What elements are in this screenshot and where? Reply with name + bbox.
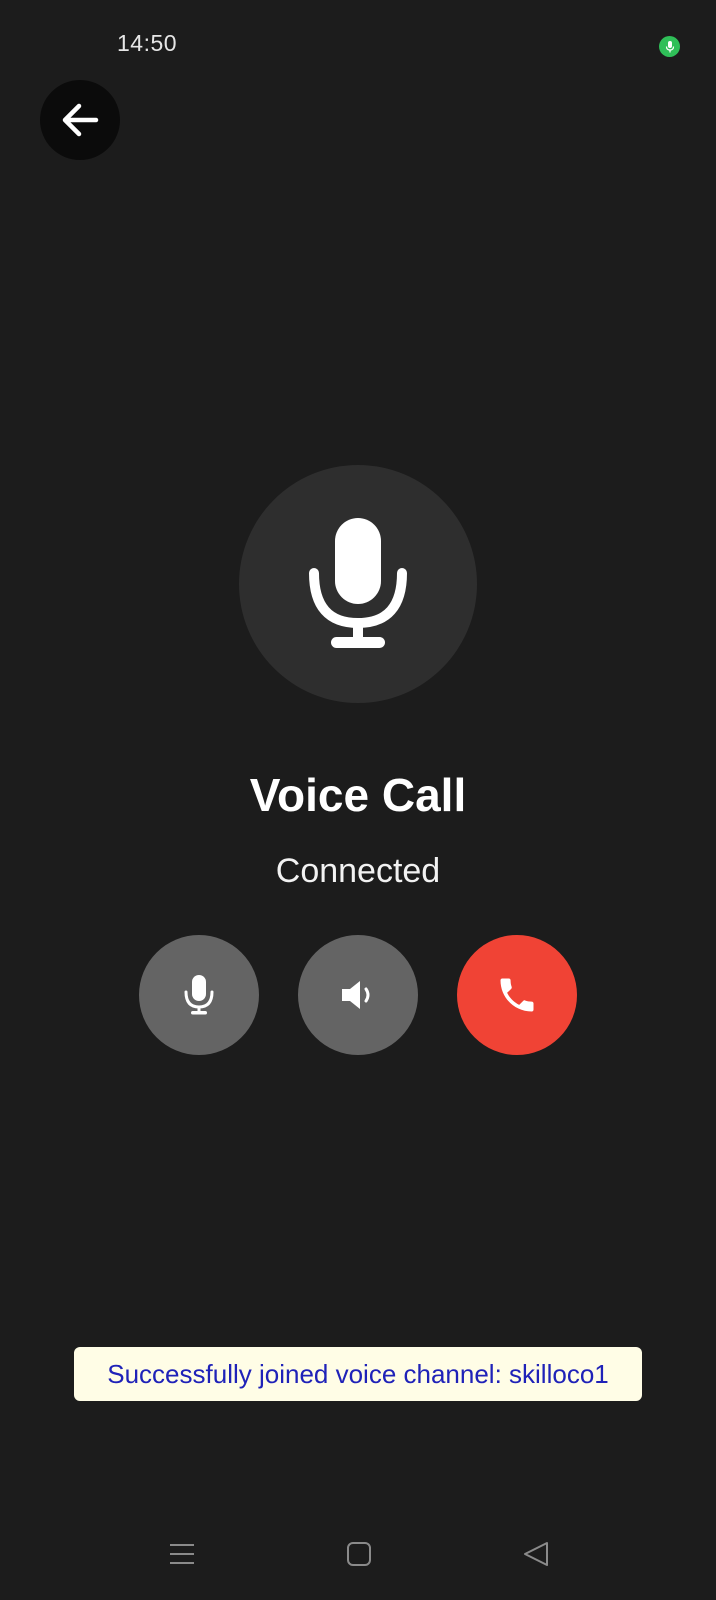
call-avatar (239, 465, 477, 703)
toast-message: Successfully joined voice channel: skill… (74, 1347, 642, 1401)
system-back-button[interactable] (514, 1532, 558, 1576)
menu-icon (170, 1544, 194, 1564)
recent-apps-button[interactable] (160, 1532, 204, 1576)
home-icon (347, 1542, 371, 1566)
back-button[interactable] (40, 80, 120, 160)
microphone-icon (309, 518, 407, 648)
call-controls (0, 935, 716, 1055)
status-bar: 14:50 (0, 0, 716, 90)
call-title: Voice Call (249, 769, 467, 821)
status-time: 14:50 (117, 30, 178, 56)
speaker-icon (342, 981, 370, 1009)
end-call-button[interactable] (457, 935, 577, 1055)
speaker-button[interactable] (298, 935, 418, 1055)
microphone-icon (184, 975, 214, 1015)
mute-button[interactable] (139, 935, 259, 1055)
voice-call-screen: 14:50 Voice Call Connected Successfully … (0, 0, 716, 1600)
arrow-left-icon (62, 103, 99, 137)
call-status: Connected (275, 852, 441, 890)
phone-icon (500, 978, 534, 1012)
mic-in-use-indicator (659, 36, 680, 57)
mic-indicator-icon (665, 40, 674, 52)
home-button[interactable] (337, 1532, 381, 1576)
system-nav-bar (0, 1520, 716, 1590)
back-icon (524, 1542, 548, 1566)
